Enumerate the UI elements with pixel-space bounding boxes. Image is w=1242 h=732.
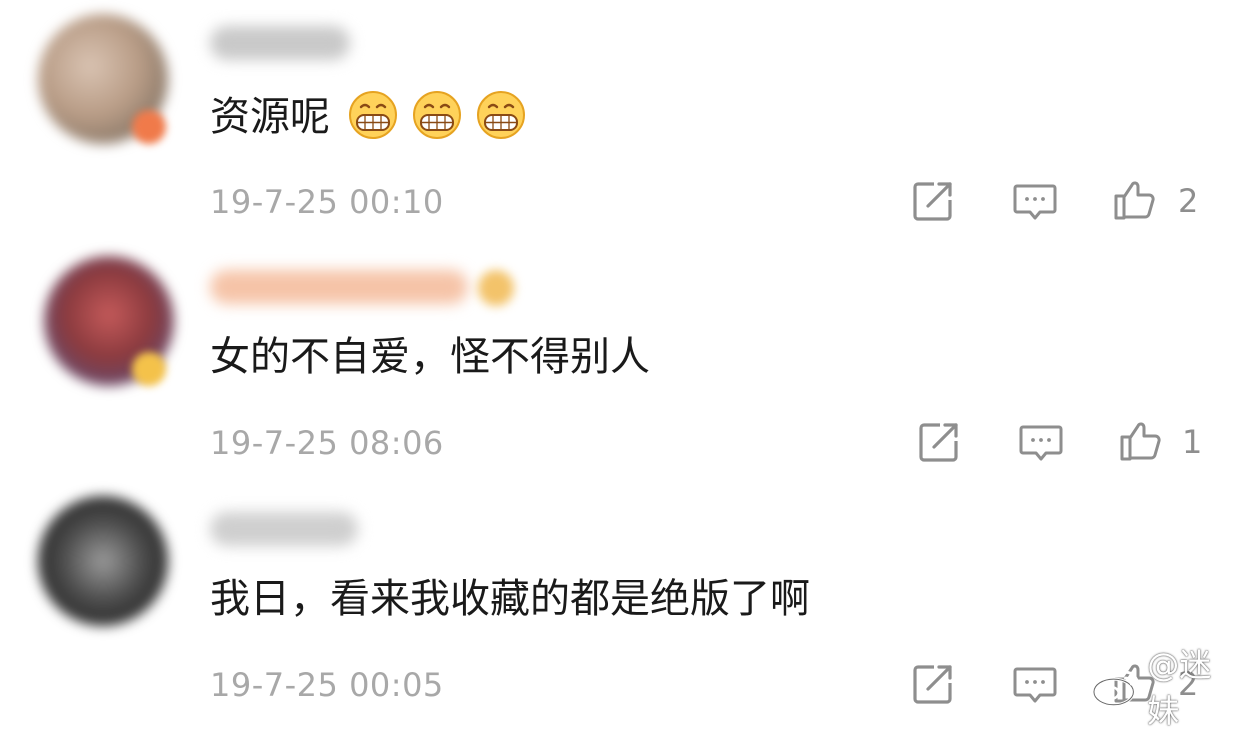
weibo-watermark: @迷妹 bbox=[1090, 646, 1242, 730]
like-icon[interactable] bbox=[1118, 417, 1164, 463]
repost-icon[interactable] bbox=[910, 661, 956, 707]
avatar[interactable] bbox=[38, 496, 168, 626]
weibo-logo-icon bbox=[1092, 670, 1139, 707]
comment-timestamp: 19-7-25 08:06 bbox=[210, 424, 444, 462]
comment-text-content: 我日，看来我收藏的都是绝版了啊 bbox=[210, 576, 810, 622]
vip-crown-icon bbox=[478, 270, 514, 306]
comment-text-content: 女的不自爱，怪不得别人 bbox=[210, 334, 650, 380]
comment-icon[interactable] bbox=[1012, 661, 1058, 707]
comment-icon[interactable] bbox=[1018, 419, 1064, 465]
avatar-badge bbox=[132, 352, 166, 386]
watermark-text: @迷妹 bbox=[1147, 646, 1212, 730]
username-blurred[interactable] bbox=[210, 270, 468, 304]
comment-timestamp: 19-7-25 00:05 bbox=[210, 666, 444, 704]
comment-text: 我日，看来我收藏的都是绝版了啊 bbox=[210, 575, 810, 623]
username-blurred[interactable] bbox=[210, 512, 358, 546]
comment-text: 女的不自爱，怪不得别人 bbox=[210, 333, 650, 381]
like-count: 1 bbox=[1182, 423, 1203, 461]
repost-icon[interactable] bbox=[916, 419, 962, 465]
comment-item: 我日，看来我收藏的都是绝版了啊 19-7-25 00:05 2 bbox=[0, 0, 1242, 704]
